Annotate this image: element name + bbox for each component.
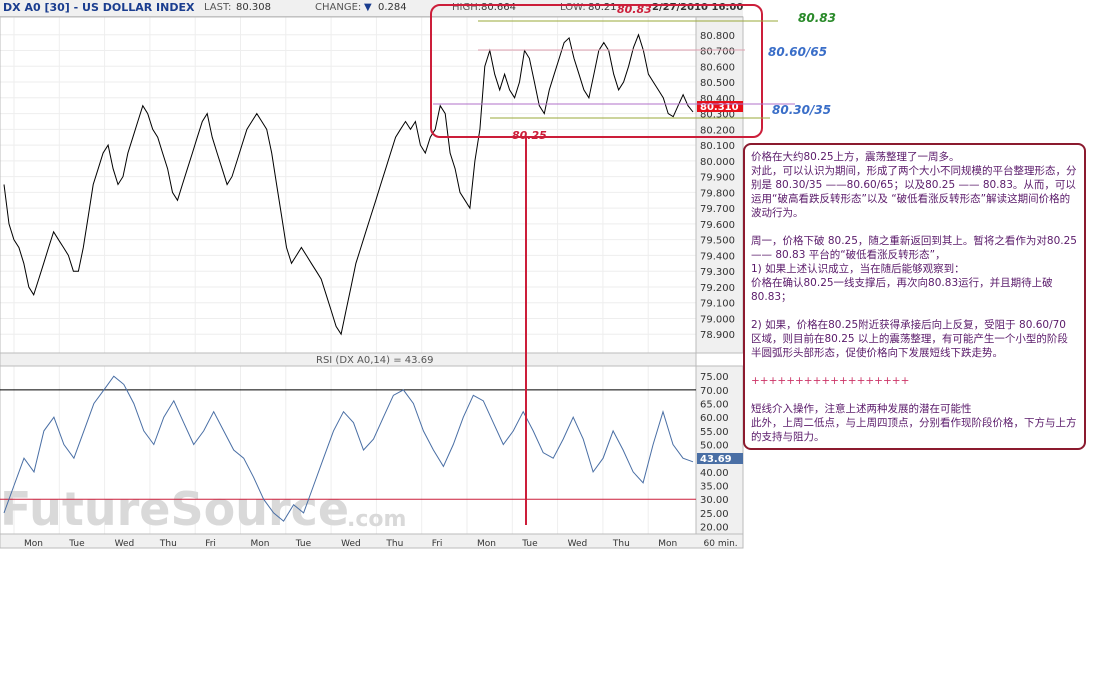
price-y-tick-label: 80.100 [700,141,735,152]
price-y-tick-label: 80.000 [700,157,735,168]
rsi-y-tick-label: 25.00 [700,509,729,520]
note-p2: 对此，可以认识为期间，形成了两个大小不同规模的平台整理形态，分别是 80.30/… [751,165,1077,219]
level-top-box-label: 80.83 [617,3,652,16]
price-y-tick-label: 79.000 [700,314,735,325]
price-y-tick-label: 79.800 [700,188,735,199]
rsi-y-tick-label: 60.00 [700,413,729,424]
price-y-tick-label: 80.500 [700,78,735,89]
rsi-y-tick-label: 35.00 [700,482,729,493]
x-axis-bar [0,533,744,549]
note-p4: 1) 如果上述认识成立，当在随后能够观察到： [751,263,965,275]
price-y-tick-label: 80.200 [700,125,735,136]
price-y-tick-label: 79.500 [700,236,735,247]
x-tick-label: Mon [251,539,270,549]
price-y-tick-label: 79.400 [700,251,735,262]
x-tick-label: Wed [341,539,361,549]
watermark-suffix: .com [347,507,406,532]
price-y-tick-label: 80.700 [700,47,735,58]
x-tick-label: Fri [432,539,443,549]
rsi-y-tick-label: 65.00 [700,400,729,411]
rsi-y-tick-label: 30.00 [700,495,729,506]
x-tick-label: Wed [115,539,135,549]
note-p5: 价格在确认80.25一线支撑后，再次向80.83运行，并且期待上破80.83； [751,277,1053,303]
rsi-y-tick-label: 40.00 [700,468,729,479]
x-tick-label: Tue [68,539,85,549]
x-tick-label: Thu [385,539,403,549]
note-p7: 短线介入操作，注意上述两种发展的潜在可能性 [751,403,972,415]
note-p3: 周一，价格下破 80.25，随之重新返回到其上。暂将之看作为对80.25 —— … [751,235,1077,261]
price-y-tick-label: 79.700 [700,204,735,215]
price-y-tick-label: 80.600 [700,62,735,73]
price-series-line [3,33,694,336]
x-tick-label: Tue [295,539,312,549]
x-tick-label: Fri [205,539,216,549]
commentary-box: 价格在大约80.25上方，震荡整理了一周多。 对此，可以认识为期间，形成了两个大… [743,143,1086,450]
note-p6: 2) 如果，价格在80.25附近获得承接后向上反复，受阻于 80.60/70 区… [751,319,1068,359]
level-low-label: 80.30/35 [772,103,831,117]
rsi-y-tick-label: 75.00 [700,372,729,383]
x-tick-label: 60 min. [704,539,738,549]
x-tick-label: Mon [658,539,677,549]
price-y-tick-label: 79.100 [700,299,735,310]
chart-screenshot: DX A0 [30] - US DOLLAR INDEX LAST: 80.30… [0,0,1094,699]
price-y-tick-label: 79.600 [700,220,735,231]
rsi-y-tick-label: 20.00 [700,523,729,534]
price-y-tick-label: 79.300 [700,267,735,278]
price-y-tick-label: 80.800 [700,31,735,42]
level-mid-label: 80.60/65 [768,45,827,59]
x-tick-label: Thu [159,539,177,549]
grid-lines [0,17,696,534]
price-y-tick-label: 78.900 [700,330,735,341]
x-tick-label: Thu [612,539,630,549]
price-y-tick-label: 79.900 [700,173,735,184]
rsi-y-tick-label: 70.00 [700,386,729,397]
level-top-label: 80.83 [798,11,836,25]
watermark: FutureSource [0,482,349,536]
x-tick-label: Tue [521,539,538,549]
rsi-tag: 43.69 [700,454,732,465]
rsi-y-tick-label: 50.00 [700,441,729,452]
level-bottom-label: 80.25 [512,129,547,142]
note-p8: 此外，上周二低点，与上周四顶点，分别看作现阶段价格，下方与上方的支持与阻力。 [751,417,1077,443]
note-divider: ++++++++++++++++++ [751,375,910,387]
x-tick-label: Mon [477,539,496,549]
price-y-tick-label: 79.200 [700,283,735,294]
x-tick-label: Wed [568,539,588,549]
note-p1: 价格在大约80.25上方，震荡整理了一周多。 [751,151,960,163]
rsi-title: RSI (DX A0,14) = 43.69 [316,355,433,366]
rsi-y-tick-label: 55.00 [700,427,729,438]
x-tick-label: Mon [24,539,43,549]
